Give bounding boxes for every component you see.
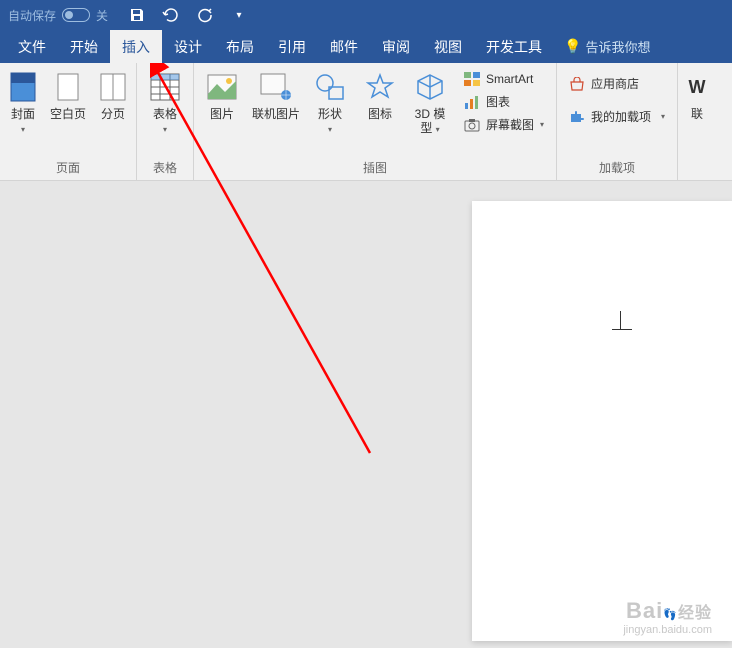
- group-pages-label: 页面: [4, 157, 132, 178]
- chevron-down-icon: ▾: [540, 120, 544, 129]
- save-icon[interactable]: [128, 6, 146, 24]
- blank-page-label: 空白页: [50, 107, 86, 121]
- tab-layout[interactable]: 布局: [214, 30, 266, 63]
- title-bar: 自动保存 关 ▾: [0, 0, 732, 30]
- picture-label: 图片: [210, 107, 234, 121]
- screenshot-label: 屏幕截图: [486, 116, 534, 133]
- smartart-label: SmartArt: [486, 72, 533, 86]
- tab-file[interactable]: 文件: [6, 30, 58, 63]
- tab-references[interactable]: 引用: [266, 30, 318, 63]
- chart-icon: [464, 94, 480, 110]
- picture-button[interactable]: 图片: [198, 67, 246, 125]
- redo-icon[interactable]: [196, 6, 214, 24]
- chevron-down-icon: ▾: [21, 125, 25, 134]
- cube-icon: [414, 71, 446, 103]
- online-picture-button[interactable]: 联机图片: [248, 67, 304, 125]
- undo-icon[interactable]: [162, 6, 180, 24]
- my-addins-label: 我的加载项: [591, 108, 651, 125]
- ribbon: 封面 ▾ 空白页 分页 页面: [0, 63, 732, 181]
- cover-page-button[interactable]: 封面 ▾: [4, 67, 42, 138]
- app-store-label: 应用商店: [591, 75, 639, 92]
- online-picture-label: 联机图片: [252, 107, 300, 121]
- cover-page-icon: [7, 71, 39, 103]
- tab-home[interactable]: 开始: [58, 30, 110, 63]
- shapes-button[interactable]: 形状 ▾: [306, 67, 354, 138]
- group-tables-label: 表格: [141, 157, 189, 178]
- 3d-model-label: 3D 模型 ▾: [415, 107, 446, 136]
- chevron-down-icon: ▾: [328, 125, 332, 134]
- page-break-icon: [97, 71, 129, 103]
- customize-qat-icon[interactable]: ▾: [230, 6, 248, 24]
- smartart-icon: [464, 71, 480, 87]
- autosave-toggle[interactable]: 自动保存 关: [8, 7, 108, 24]
- screenshot-icon: [464, 117, 480, 133]
- lightbulb-icon: 💡: [564, 38, 581, 55]
- wikipedia-icon: W: [681, 71, 713, 103]
- blank-page-icon: [52, 71, 84, 103]
- icons-label: 图标: [368, 107, 392, 121]
- page-break-button[interactable]: 分页: [94, 67, 132, 125]
- quick-access-toolbar: ▾: [128, 6, 248, 24]
- group-partial: W 联: [678, 63, 716, 180]
- tell-me-label: 告诉我你想: [585, 37, 650, 56]
- shapes-icon: [314, 71, 346, 103]
- chart-button[interactable]: 图表: [460, 91, 548, 112]
- screenshot-button[interactable]: 屏幕截图 ▾: [460, 114, 548, 135]
- table-icon: [149, 71, 181, 103]
- page-break-label: 分页: [101, 107, 125, 121]
- group-illustrations: 图片 联机图片 形状 ▾ 图标: [194, 63, 557, 180]
- text-cursor-icon: [612, 311, 632, 341]
- group-illustrations-label: 插图: [198, 157, 552, 178]
- wikipedia-button[interactable]: W 联: [682, 67, 712, 125]
- group-tables: 表格 ▾ 表格: [137, 63, 194, 180]
- group-pages: 封面 ▾ 空白页 分页 页面: [0, 63, 137, 180]
- svg-text:W: W: [689, 77, 706, 97]
- online-picture-icon: [260, 71, 292, 103]
- ribbon-tabs: 文件 开始 插入 设计 布局 引用 邮件 审阅 视图 开发工具 💡 告诉我你想: [0, 30, 732, 63]
- tab-mailings[interactable]: 邮件: [318, 30, 370, 63]
- my-addins-button[interactable]: 我的加载项 ▾: [565, 106, 669, 127]
- tab-review[interactable]: 审阅: [370, 30, 422, 63]
- icons-button[interactable]: 图标: [356, 67, 404, 125]
- app-store-button[interactable]: 应用商店: [565, 73, 669, 94]
- group-addins: 应用商店 我的加载项 ▾ 加载项: [557, 63, 678, 180]
- tell-me-search[interactable]: 💡 告诉我你想: [564, 30, 650, 63]
- tab-design[interactable]: 设计: [162, 30, 214, 63]
- toggle-pill-icon: [62, 8, 90, 22]
- chevron-down-icon: ▾: [661, 112, 665, 121]
- autosave-state: 关: [96, 7, 108, 24]
- chevron-down-icon: ▾: [163, 125, 167, 134]
- blank-page-button[interactable]: 空白页: [44, 67, 92, 125]
- document-page[interactable]: [472, 201, 732, 641]
- shapes-label: 形状: [318, 107, 342, 121]
- autosave-label: 自动保存: [8, 7, 56, 24]
- smartart-button[interactable]: SmartArt: [460, 69, 548, 89]
- 3d-model-button[interactable]: 3D 模型 ▾: [406, 67, 454, 140]
- puzzle-icon: [569, 109, 585, 125]
- document-canvas[interactable]: [0, 181, 732, 648]
- table-button[interactable]: 表格 ▾: [141, 67, 189, 138]
- cover-page-label: 封面: [11, 107, 35, 121]
- wikipedia-label: 联: [691, 107, 703, 121]
- icons-icon: [364, 71, 396, 103]
- tab-developer[interactable]: 开发工具: [474, 30, 554, 63]
- picture-icon: [206, 71, 238, 103]
- tab-view[interactable]: 视图: [422, 30, 474, 63]
- group-addins-label: 加载项: [561, 157, 673, 178]
- chart-label: 图表: [486, 93, 510, 110]
- store-icon: [569, 76, 585, 92]
- table-label: 表格: [153, 107, 177, 121]
- tab-insert[interactable]: 插入: [110, 30, 162, 63]
